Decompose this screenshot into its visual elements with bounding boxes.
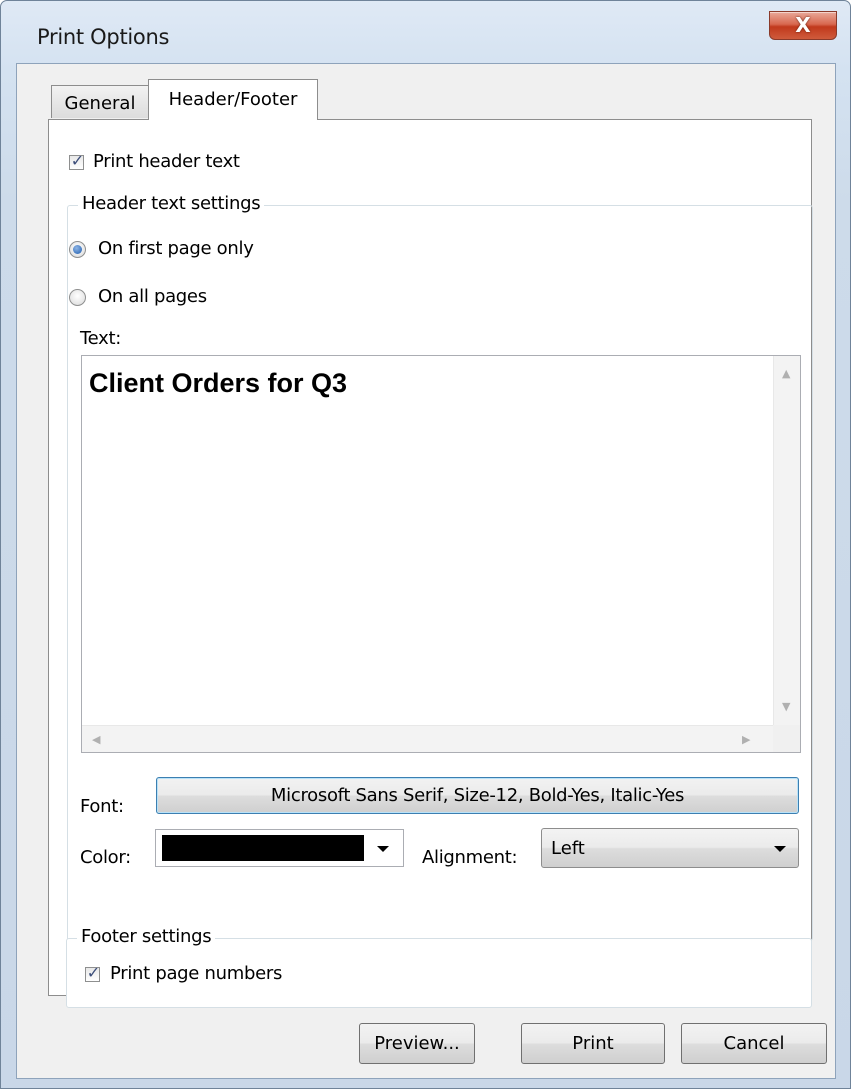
chevron-down-icon — [377, 846, 389, 852]
radio-selected-indicator — [73, 245, 82, 254]
cancel-button[interactable]: Cancel — [681, 1023, 827, 1064]
print-options-dialog: Print Options X General Header/Footer ✓ … — [0, 0, 851, 1089]
scroll-right-icon[interactable]: ▶ — [742, 734, 750, 745]
scroll-down-icon[interactable]: ▼ — [782, 701, 790, 712]
font-value: Microsoft Sans Serif, Size-12, Bold-Yes,… — [270, 785, 685, 806]
tab-general-label: General — [64, 93, 136, 114]
alignment-dropdown[interactable]: Left — [541, 828, 799, 868]
vertical-scrollbar[interactable]: ▲ ▼ — [773, 356, 800, 725]
radio-all-pages[interactable] — [69, 289, 86, 306]
print-page-numbers-checkbox[interactable]: ✓ — [85, 963, 100, 982]
alignment-value: Left — [551, 838, 585, 859]
tab-header-footer-label: Header/Footer — [168, 89, 298, 110]
check-icon: ✓ — [86, 963, 101, 982]
scroll-left-icon[interactable]: ◀ — [92, 734, 100, 745]
color-swatch — [162, 835, 364, 861]
tab-header-footer[interactable]: Header/Footer — [148, 79, 318, 120]
radio-all-pages-label: On all pages — [98, 286, 207, 307]
check-icon: ✓ — [70, 151, 85, 170]
alignment-label: Alignment: — [422, 847, 518, 868]
footer-settings-group: Footer settings ✓ Print page numbers — [66, 926, 812, 1008]
text-label: Text: — [80, 328, 121, 349]
cancel-button-label: Cancel — [723, 1033, 785, 1054]
print-button-label: Print — [572, 1033, 614, 1054]
window-title: Print Options — [37, 25, 170, 49]
font-picker-button[interactable]: Microsoft Sans Serif, Size-12, Bold-Yes,… — [156, 777, 799, 814]
header-text-settings-title: Header text settings — [78, 193, 265, 214]
color-dropdown[interactable] — [155, 829, 404, 867]
title-bar[interactable]: Print Options X — [1, 1, 850, 65]
font-label: Font: — [80, 796, 124, 817]
preview-button-label: Preview... — [374, 1033, 460, 1054]
header-text-value: Client Orders for Q3 — [89, 368, 348, 398]
header-text-area[interactable]: Client Orders for Q3 ▲ ▼ ◀ ▶ — [81, 355, 801, 753]
chevron-down-icon — [774, 846, 786, 852]
print-header-checkbox[interactable]: ✓ — [69, 151, 84, 170]
dialog-client-area: General Header/Footer ✓ Print header tex… — [16, 63, 836, 1079]
footer-settings-title: Footer settings — [77, 926, 216, 947]
print-page-numbers-label: Print page numbers — [110, 963, 283, 984]
scroll-corner — [773, 725, 800, 752]
radio-first-page-only-label: On first page only — [98, 238, 254, 259]
tab-general[interactable]: General — [51, 85, 149, 118]
close-button[interactable]: X — [769, 11, 837, 40]
print-header-label: Print header text — [93, 151, 240, 172]
horizontal-scrollbar[interactable]: ◀ ▶ — [82, 725, 773, 752]
radio-first-page-only[interactable] — [69, 241, 86, 258]
close-icon: X — [795, 13, 811, 37]
preview-button[interactable]: Preview... — [359, 1023, 475, 1064]
scroll-up-icon[interactable]: ▲ — [782, 368, 790, 379]
tab-panel-header-footer: ✓ Print header text Header text settings… — [48, 119, 813, 996]
color-label: Color: — [80, 847, 131, 868]
print-button[interactable]: Print — [521, 1023, 665, 1064]
